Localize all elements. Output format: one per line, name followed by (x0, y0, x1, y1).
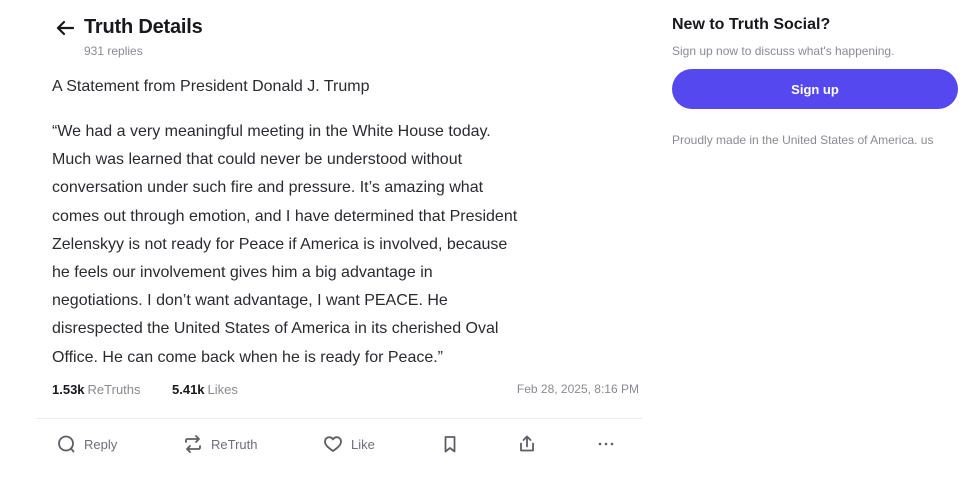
post-detail-column: Truth Details 931 replies A Statement fr… (36, 0, 642, 487)
post-heading: A Statement from President Donald J. Tru… (52, 78, 370, 95)
signup-sidebar: New to Truth Social? Sign up now to disc… (672, 0, 962, 487)
post-body-line: he feels our involvement gives him a big… (52, 264, 433, 282)
bookmark-button[interactable] (440, 428, 460, 460)
arrow-left-icon (56, 20, 74, 36)
post-body-line: Much was learned that could never be und… (52, 151, 463, 169)
post-body-line: “We had a very meaningful meeting in the… (52, 123, 491, 140)
post-body-line: conversation under such fire and pressur… (52, 179, 484, 197)
retruth-icon (185, 435, 201, 453)
more-options-button[interactable] (596, 428, 616, 460)
divider (36, 418, 642, 419)
likes-stat[interactable]: 5.41k Likes (172, 382, 238, 397)
like-button[interactable]: Like (323, 428, 375, 460)
back-button[interactable] (54, 18, 76, 38)
retruths-count: 1.53k (52, 382, 85, 397)
likes-label: Likes (207, 382, 238, 397)
made-in-usa-note: Proudly made in the United States of Ame… (672, 133, 934, 147)
post-body-line: Zelenskyy is not ready for Peace if Amer… (52, 235, 508, 253)
post-body-line: negotiations. I don’t want advantage, I … (52, 292, 448, 310)
post-action-bar: Reply ReTruth Like (36, 428, 642, 460)
reply-label: Reply (84, 436, 118, 452)
page-title: Truth Details (84, 16, 203, 38)
sidebar-subtitle: Sign up now to discuss what's happening. (672, 44, 895, 58)
post-stats: 1.53k ReTruths 5.41k Likes Feb 28, 2025, 8… (52, 382, 639, 402)
reply-icon (58, 435, 75, 453)
share-icon (520, 435, 534, 452)
post-body-line: disrespected the United States of Americ… (52, 320, 499, 338)
likes-count: 5.41k (172, 382, 205, 397)
retruths-stat[interactable]: 1.53k ReTruths (52, 382, 141, 397)
post-body: “We had a very meaningful meeting in the… (52, 118, 632, 372)
retruth-label: ReTruth (211, 436, 258, 452)
sidebar-title: New to Truth Social? (672, 16, 831, 33)
share-button[interactable] (517, 428, 537, 460)
more-icon (598, 442, 614, 446)
reply-button[interactable]: Reply (56, 428, 117, 460)
post-timestamp: Feb 28, 2025, 8:16 PM (516, 382, 639, 396)
reply-count[interactable]: 931 replies (84, 44, 143, 58)
like-label: Like (351, 436, 375, 452)
sign-up-button[interactable]: Sign up (672, 69, 958, 109)
retruth-button[interactable]: ReTruth (183, 428, 257, 460)
post-body-line: comes out through emotion, and I have de… (52, 207, 518, 225)
page: Truth Details 931 replies A Statement fr… (0, 0, 965, 487)
post-body-line: Office. He can come back when he is read… (52, 348, 444, 366)
like-icon (324, 436, 342, 452)
retruths-label: ReTruths (87, 382, 141, 397)
bookmark-icon (444, 436, 456, 453)
